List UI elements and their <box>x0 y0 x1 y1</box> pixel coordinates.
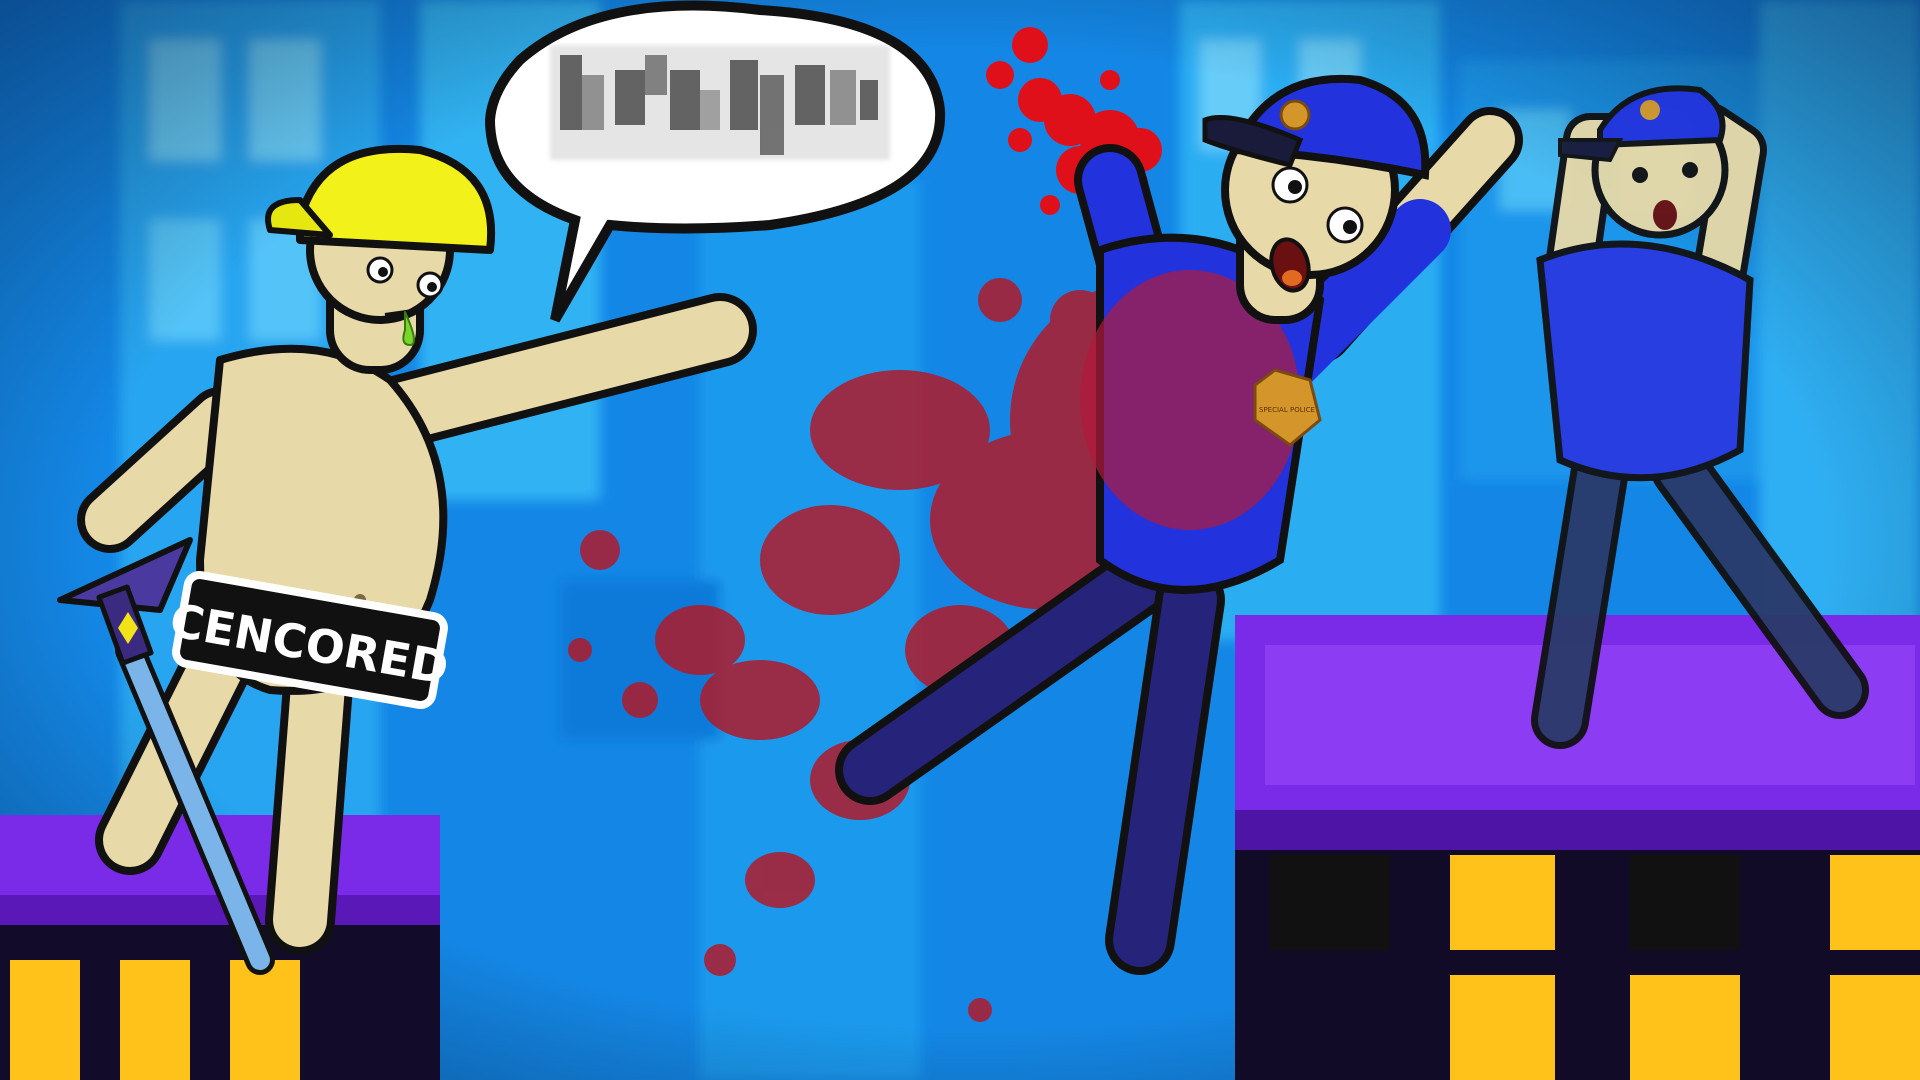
pixelated-censor <box>550 45 890 160</box>
game-thumbnail-scene: CENCORED SPECIAL POLICE <box>0 0 1920 1080</box>
badge-text: SPECIAL POLICE <box>1259 406 1315 414</box>
